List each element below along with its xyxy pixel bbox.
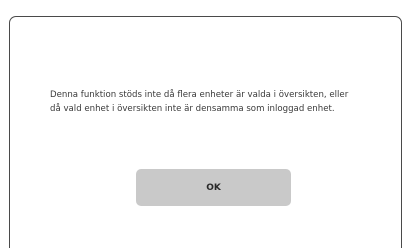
ok-button[interactable]: OK [136, 169, 291, 206]
message-dialog: Denna funktion stöds inte då flera enhet… [9, 16, 402, 248]
dialog-message: Denna funktion stöds inte då flera enhet… [50, 90, 349, 114]
